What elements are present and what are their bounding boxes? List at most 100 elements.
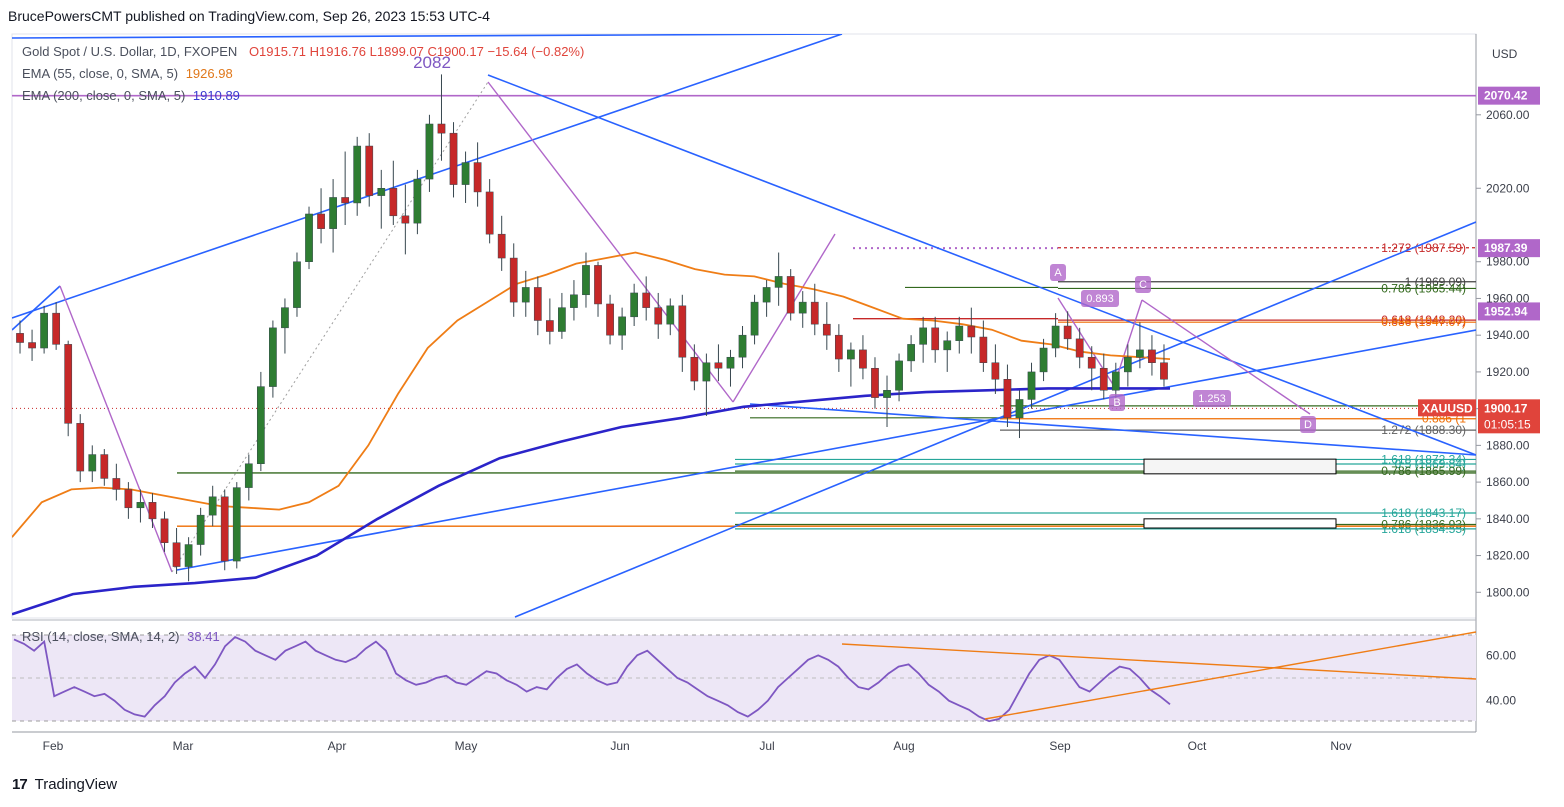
pattern-line[interactable] [732,233,836,403]
candle-body[interactable] [642,292,651,308]
candle-body[interactable] [485,191,494,235]
candle-body[interactable] [196,514,205,545]
target-zone-box[interactable] [1143,518,1337,529]
candle-body[interactable] [244,463,253,488]
candle-body[interactable] [425,123,434,180]
candle-body[interactable] [666,305,675,325]
candle-body[interactable] [1087,356,1096,369]
target-zone-box[interactable] [1143,458,1337,475]
candle-body[interactable] [1063,325,1072,340]
candle-body[interactable] [64,344,73,424]
candle-body[interactable] [931,327,940,351]
candle-body[interactable] [834,334,843,360]
candle-body[interactable] [148,502,157,520]
candle-body[interactable] [160,518,169,543]
candle-body[interactable] [40,312,48,349]
candle-body[interactable] [52,312,61,345]
candle-body[interactable] [208,496,217,516]
candle-body[interactable] [558,307,566,332]
candle-body[interactable] [341,197,350,204]
candle-body[interactable] [509,257,518,303]
candle-body[interactable] [533,287,542,321]
currency-label[interactable]: USD [1492,47,1518,61]
candle-body[interactable] [28,342,36,349]
candle-body[interactable] [919,327,928,345]
candle-body[interactable] [16,333,24,343]
candle-body[interactable] [606,303,614,336]
candle-body[interactable] [979,336,988,363]
candle-body[interactable] [1039,347,1048,373]
candle-body[interactable] [678,305,687,358]
candle-body[interactable] [305,213,313,262]
ema200-line[interactable] [12,387,1170,616]
candle-body[interactable] [726,356,735,369]
trendline[interactable] [487,74,1476,456]
candle-body[interactable] [172,542,181,567]
candle-body[interactable] [594,265,602,305]
candle-body[interactable] [690,356,699,382]
tradingview-brand[interactable]: 17 TradingView [12,776,117,793]
candle-body[interactable] [1111,371,1120,391]
candle-body[interactable] [124,489,133,509]
candle-body[interactable] [1015,399,1024,419]
legend-ema55-row[interactable]: EMA (55, close, 0, SMA, 5) 1926.98 [22,66,233,81]
candle-body[interactable] [497,233,506,259]
candle-body[interactable] [1051,325,1060,349]
candle-body[interactable] [955,325,964,341]
candle-body[interactable] [895,360,903,391]
candle-body[interactable] [449,132,458,185]
candle-body[interactable] [269,327,277,387]
candle-body[interactable] [967,325,976,338]
candle-body[interactable] [76,423,85,472]
candle-body[interactable] [545,320,554,332]
candle-body[interactable] [582,265,590,296]
candle-body[interactable] [798,301,807,314]
candle-body[interactable] [377,188,386,196]
candle-body[interactable] [112,478,121,490]
candle-body[interactable] [786,276,795,314]
candle-body[interactable] [1136,349,1144,358]
candle-body[interactable] [714,362,723,369]
trendline[interactable] [749,403,1476,456]
chart-canvas[interactable]: 1.272 (1987.59)1 (1969.09)0.786 (1965.44… [0,0,1564,807]
candle-body[interactable] [822,323,831,336]
candle-body[interactable] [100,454,109,479]
candle-body[interactable] [389,188,398,217]
candle-body[interactable] [991,362,1000,380]
candle-body[interactable] [943,340,952,351]
legend-rsi-row[interactable]: RSI (14, close, SMA, 14, 2) 38.41 [22,629,220,644]
candle-body[interactable] [521,287,530,303]
ema55-line[interactable] [12,251,1171,538]
candle-body[interactable] [136,502,145,509]
candle-body[interactable] [437,123,446,134]
candle-body[interactable] [256,386,265,464]
candle-body[interactable] [1123,356,1132,373]
candle-body[interactable] [762,287,771,303]
candle-body[interactable] [184,544,193,567]
candle-body[interactable] [1099,367,1108,391]
trendline[interactable] [176,329,1476,571]
pattern-line[interactable] [487,81,734,403]
candle-body[interactable] [1027,371,1036,400]
candle-body[interactable] [1003,379,1012,419]
candle-body[interactable] [750,301,759,336]
candle-body[interactable] [353,145,362,204]
candle-body[interactable] [618,316,626,336]
candle-body[interactable] [1148,349,1156,363]
candle-body[interactable] [473,162,482,193]
candle-body[interactable] [774,276,783,288]
candle-body[interactable] [293,261,301,308]
candle-body[interactable] [847,349,855,360]
candle-body[interactable] [654,307,663,325]
candle-body[interactable] [871,367,879,398]
candle-body[interactable] [1075,338,1084,358]
candle-body[interactable] [907,344,915,362]
candle-body[interactable] [738,334,747,358]
candle-body[interactable] [329,197,337,229]
candle-body[interactable] [630,292,639,318]
candle-body[interactable] [1160,362,1168,380]
candle-body[interactable] [317,213,325,229]
candle-body[interactable] [810,301,819,325]
candle-body[interactable] [859,349,867,369]
candle-body[interactable] [220,496,229,562]
